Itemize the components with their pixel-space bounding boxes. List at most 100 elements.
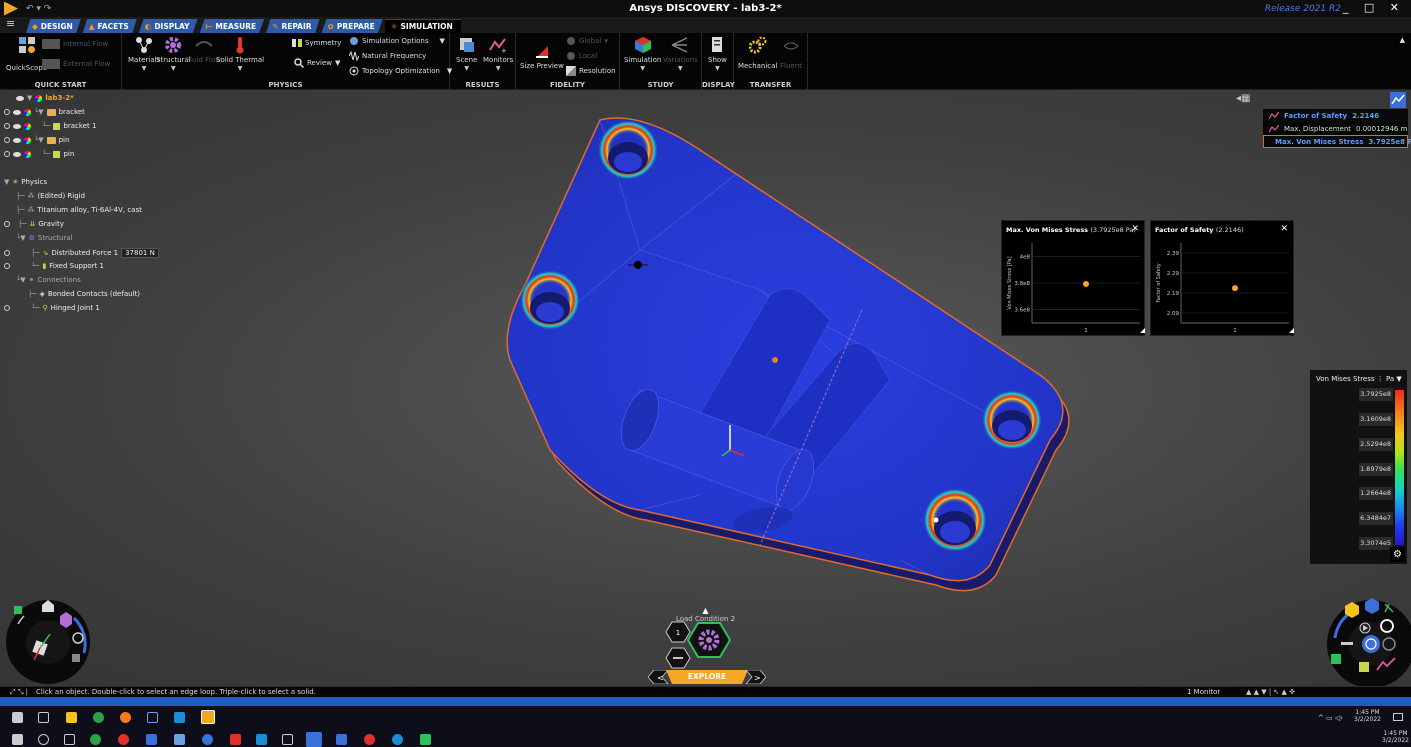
app-icon-5[interactable]	[202, 734, 213, 745]
minus-icon[interactable]	[1341, 642, 1353, 645]
simulation-study-dropdown-icon[interactable]: ▼	[640, 65, 645, 72]
quickscope-button[interactable]: QuickScope	[6, 36, 47, 72]
suppress-circle-icon[interactable]	[4, 151, 10, 157]
stat-factor-of-safety[interactable]: Factor of Safety 2.2146	[1263, 109, 1408, 122]
suppress-circle-icon[interactable]	[4, 123, 10, 129]
load-condition-selector[interactable]: 1	[664, 620, 734, 670]
external-flow-button[interactable]: External Flow	[42, 59, 110, 69]
legend-tick-label[interactable]: 1.2664e8	[1359, 487, 1393, 501]
file-explorer-icon[interactable]	[66, 712, 77, 723]
legend-options-icon[interactable]: ⋮	[1377, 375, 1384, 383]
tree-fixed-support[interactable]: └─ ▮ Fixed Support 1	[4, 262, 104, 270]
suppress-circle-icon[interactable]	[4, 263, 10, 269]
legend-tick-label[interactable]: 6.3484e7	[1359, 512, 1393, 526]
bracket-model[interactable]	[0, 90, 1411, 686]
suppress-circle-icon[interactable]	[4, 221, 10, 227]
task-view-icon-2[interactable]	[64, 734, 75, 745]
legend-tick-label[interactable]: 3.7925e8	[1359, 388, 1393, 401]
legend-tick-label[interactable]: 1.8979e8	[1359, 462, 1393, 476]
tab-measure[interactable]: ⊢ Measure	[199, 19, 265, 33]
vscode-icon[interactable]	[256, 734, 267, 745]
ansys-discovery-taskbar-icon[interactable]	[201, 710, 215, 724]
display-tool-icon[interactable]	[1331, 654, 1341, 664]
app-icon-4[interactable]	[174, 734, 185, 745]
tree-distributed-force[interactable]: ├─ ⇘ Distributed Force 1 37801 N	[4, 248, 159, 258]
tree-bracket-body[interactable]: └─ bracket 1	[4, 122, 96, 130]
network-app-icon[interactable]	[147, 712, 158, 723]
visibility-eye-icon[interactable]	[13, 109, 21, 115]
show-button[interactable]: Show ▼	[708, 36, 727, 72]
force-value-badge[interactable]: 37801 N	[121, 248, 159, 258]
scene-dropdown-icon[interactable]: ▼	[464, 65, 469, 72]
solid-thermal-button[interactable]: Solid Thermal ▼	[216, 36, 264, 72]
suppress-circle-icon[interactable]	[4, 109, 10, 115]
suppress-circle-icon[interactable]	[4, 250, 10, 256]
start-windows-icon[interactable]	[12, 712, 23, 723]
legend-tick-label[interactable]: 3.3074e5	[1359, 537, 1393, 550]
tree-pin-body[interactable]: └─ pin	[4, 150, 74, 158]
app-icon-3[interactable]	[146, 734, 157, 745]
global-dropdown-icon[interactable]: ▾	[604, 37, 608, 45]
app-icon-7[interactable]	[336, 734, 347, 745]
review-button[interactable]: Review ▼	[294, 58, 340, 68]
cube-view-icon[interactable]	[14, 606, 22, 614]
visibility-eye-icon[interactable]	[16, 95, 24, 101]
tree-structural[interactable]: └▼ ⚙ Structural	[16, 234, 73, 242]
tree-root[interactable]: ▼ lab3-2*	[16, 94, 74, 102]
mechanical-button[interactable]: Mechanical	[738, 36, 777, 70]
tree-edited-rigid[interactable]: ├─ ⁂ (Edited) Rigid	[16, 192, 85, 200]
tree-bonded-contacts[interactable]: ├─ ◈ Bonded Contacts (default)	[28, 290, 140, 298]
tree-bracket-folder[interactable]: └▼ bracket	[4, 108, 85, 116]
tab-facets[interactable]: ▲ Facets	[82, 19, 137, 33]
explore-stage-bar[interactable]: < > Explore	[648, 670, 766, 684]
size-preview-button[interactable]: Size Preview	[520, 42, 564, 70]
structural-dropdown-icon[interactable]: ▼	[171, 65, 176, 72]
onedrive-icon[interactable]	[174, 712, 185, 723]
search-icon[interactable]	[38, 734, 49, 745]
legend-tick-label[interactable]: 2.5294e8	[1359, 437, 1393, 451]
undo-redo-icon[interactable]: ↶ ▾ ↷	[26, 4, 51, 14]
layout-panel-icon[interactable]: ◂▦	[1236, 93, 1256, 107]
stat-max-displacement[interactable]: Max. Displacement 0.00012946 m	[1263, 122, 1408, 135]
materials-dropdown-icon[interactable]: ▼	[142, 65, 147, 72]
show-dropdown-icon[interactable]: ▼	[715, 65, 720, 72]
scene-button[interactable]: Scene ▼	[456, 36, 477, 72]
monitor-von-mises-stress[interactable]: Max. Von Mises Stress (3.7925e8 Pa) ✕ 3.…	[1001, 220, 1145, 336]
visibility-eye-icon[interactable]	[13, 123, 21, 129]
app-icon-2[interactable]	[118, 734, 129, 745]
variations-dropdown-icon[interactable]: ▼	[678, 65, 683, 72]
local-button[interactable]: Local	[566, 51, 597, 61]
tree-hinged-joint[interactable]: └─ ⚲ Hinged Joint 1	[4, 304, 100, 312]
chrome-icon-2[interactable]	[90, 734, 101, 745]
active-app-icon[interactable]	[306, 732, 322, 747]
tab-design[interactable]: ◆ Design	[26, 19, 81, 33]
simulation-options-dropdown-icon[interactable]: ▼	[440, 37, 445, 45]
window-controls[interactable]: _ □ ✕	[1343, 1, 1405, 14]
variations-button[interactable]: Variations ▼	[663, 36, 698, 72]
natural-frequency-button[interactable]: Natural Frequency	[349, 51, 426, 61]
simulation-study-button[interactable]: Simulation ▼	[624, 36, 661, 72]
monitors-button[interactable]: + Monitors ▼	[483, 36, 513, 72]
global-button[interactable]: Global ▾	[566, 36, 608, 46]
status-nav-arrows-icon[interactable]: ⤢ ⤡ |	[10, 688, 28, 697]
legend-settings-gear-icon[interactable]: ⚙	[1390, 547, 1405, 562]
taskbar-clock-1[interactable]: 1:45 PM 3/2/2022	[1354, 709, 1381, 723]
tree-pin-folder[interactable]: └▼ pin	[4, 136, 69, 144]
symmetry-button[interactable]: Symmetry	[292, 38, 341, 48]
3d-viewport[interactable]: ▼ lab3-2* └▼ bracket └─ bracket 1 └▼ pin └─ p…	[0, 90, 1411, 686]
task-view-icon[interactable]	[38, 712, 49, 723]
chrome-icon[interactable]	[93, 712, 104, 723]
simulation-options-button[interactable]: Simulation Options ▼	[349, 36, 445, 46]
internal-flow-button[interactable]: Internal Flow	[42, 39, 108, 49]
topology-optimization-button[interactable]: Topology Optimization ▼	[349, 66, 452, 76]
collapse-ribbon-icon[interactable]: ▲	[1400, 36, 1405, 44]
legend-title[interactable]: Von Mises Stress ⋮ Pa ▼	[1316, 375, 1402, 383]
unit-dropdown-icon[interactable]: ▼	[1396, 375, 1401, 383]
fluent-button[interactable]: Fluent	[780, 36, 802, 70]
system-tray-icons[interactable]: ^ ▭ ◁›	[1318, 714, 1343, 722]
notification-icon[interactable]	[1393, 713, 1403, 721]
legend-tick-label[interactable]: 3.1609e8	[1359, 412, 1393, 426]
active-tool-icon[interactable]	[1362, 635, 1380, 653]
visibility-eye-icon[interactable]	[13, 137, 21, 143]
tab-repair[interactable]: ✎ Repair	[266, 19, 320, 33]
